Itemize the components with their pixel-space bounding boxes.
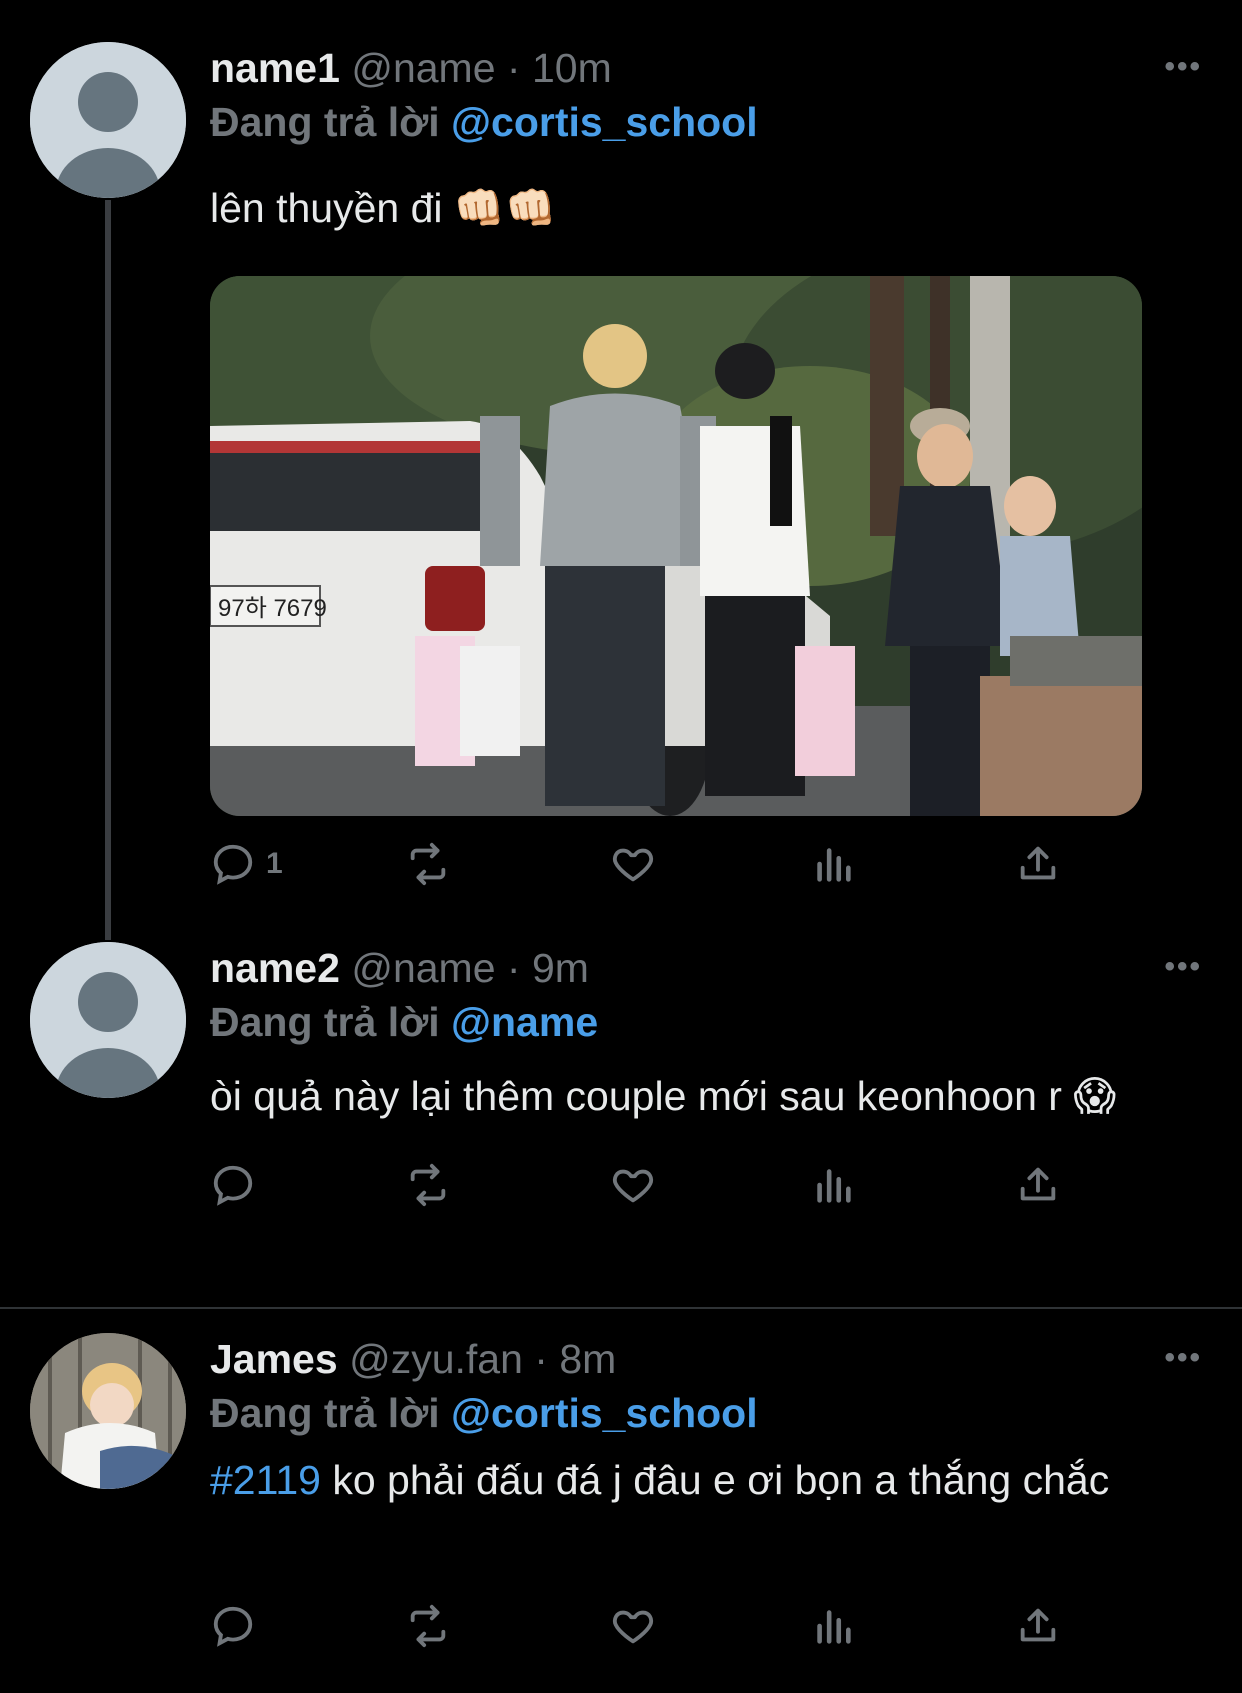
reply-icon (213, 1165, 253, 1206)
separator-dot: · (534, 1336, 548, 1382)
hashtag-link[interactable]: #2119 (210, 1457, 321, 1503)
action-bar (210, 1600, 1090, 1652)
default-avatar-icon (30, 42, 186, 198)
tweet-photo[interactable]: 97하 7679 (210, 276, 1142, 816)
reply-button[interactable] (210, 1600, 266, 1652)
separator-dot: · (506, 45, 521, 91)
replying-to: Đang trả lời @cortis_school (210, 1389, 758, 1437)
views-icon (817, 1169, 851, 1203)
reply-icon (213, 1606, 253, 1647)
retweet-icon (410, 1604, 446, 1648)
like-button[interactable] (610, 1159, 656, 1211)
handle[interactable]: @name (351, 45, 495, 91)
reply-mention[interactable]: @cortis_school (451, 1390, 758, 1436)
avatar[interactable] (30, 942, 186, 1098)
license-plate-text: 97하 7679 (218, 595, 327, 622)
heart-icon (612, 1610, 654, 1644)
tweet-text: lên thuyền đi 👊🏻👊🏻 (210, 185, 556, 231)
more-icon[interactable]: ••• (1164, 1341, 1202, 1375)
like-button[interactable] (610, 838, 656, 890)
reply-prefix: Đang trả lời (210, 999, 440, 1045)
more-icon[interactable]: ••• (1164, 950, 1202, 984)
views-icon (817, 1610, 851, 1644)
reply-mention[interactable]: @cortis_school (451, 99, 758, 145)
heart-icon (612, 1169, 654, 1203)
thread-line (105, 200, 111, 940)
retweet-icon (410, 842, 446, 886)
share-button[interactable] (1015, 1159, 1061, 1211)
separator-dot: · (506, 945, 521, 991)
heart-icon (612, 848, 654, 882)
tweet-2[interactable]: name2 @name · 9m ••• Đang trả lời @name … (0, 930, 1242, 1306)
retweet-button[interactable] (405, 838, 451, 890)
handle[interactable]: @name (351, 945, 495, 991)
tweet-3[interactable]: James @zyu.fan · 8m ••• Đang trả lời @co… (0, 1310, 1242, 1693)
retweet-icon (410, 1163, 446, 1207)
views-icon (817, 848, 851, 882)
avatar[interactable] (30, 1333, 186, 1489)
views-button[interactable] (810, 838, 856, 890)
views-button[interactable] (810, 1600, 856, 1652)
retweet-button[interactable] (405, 1600, 451, 1652)
reply-icon (213, 844, 253, 885)
tweet-text-body: ko phải đấu đá j đâu e ơi bọn a thắng ch… (320, 1457, 1110, 1503)
retweet-button[interactable] (405, 1159, 451, 1211)
share-button[interactable] (1015, 838, 1061, 890)
action-bar: 1 (210, 838, 1090, 890)
more-icon[interactable]: ••• (1164, 50, 1202, 84)
reply-mention[interactable]: @name (451, 999, 598, 1045)
user-photo-avatar (30, 1333, 186, 1489)
tweet-divider (0, 1307, 1242, 1309)
replying-to: Đang trả lời @cortis_school (210, 98, 758, 146)
display-name[interactable]: name2 (210, 945, 340, 991)
tweet-header: James @zyu.fan · 8m (210, 1335, 616, 1383)
street-photo-image: 97하 7679 (210, 276, 1142, 816)
tweet-text: òi quả này lại thêm couple mới sau keonh… (210, 1073, 1117, 1119)
timestamp[interactable]: 8m (559, 1336, 616, 1382)
timestamp[interactable]: 9m (532, 945, 589, 991)
display-name[interactable]: James (210, 1336, 338, 1382)
share-icon (1020, 1608, 1056, 1642)
reply-button[interactable] (210, 1159, 266, 1211)
handle[interactable]: @zyu.fan (349, 1336, 523, 1382)
share-button[interactable] (1015, 1600, 1061, 1652)
reply-prefix: Đang trả lời (210, 1390, 440, 1436)
reply-button[interactable]: 1 (210, 838, 283, 890)
display-name[interactable]: name1 (210, 45, 340, 91)
share-icon (1020, 846, 1056, 880)
views-button[interactable] (810, 1159, 856, 1211)
reply-prefix: Đang trả lời (210, 99, 440, 145)
tweet-header: name1 @name · 10m (210, 44, 612, 92)
reply-count: 1 (266, 847, 283, 880)
action-bar (210, 1159, 1090, 1211)
tweet-header: name2 @name · 9m (210, 944, 589, 992)
avatar[interactable] (30, 42, 186, 198)
like-button[interactable] (610, 1600, 656, 1652)
timestamp[interactable]: 10m (532, 45, 612, 91)
replying-to: Đang trả lời @name (210, 998, 598, 1046)
share-icon (1020, 1167, 1056, 1201)
tweet-1[interactable]: name1 @name · 10m ••• Đang trả lời @cort… (0, 0, 1242, 940)
default-avatar-icon (30, 942, 186, 1098)
tweet-text: #2119 ko phải đấu đá j đâu e ơi bọn a th… (210, 1452, 1200, 1508)
